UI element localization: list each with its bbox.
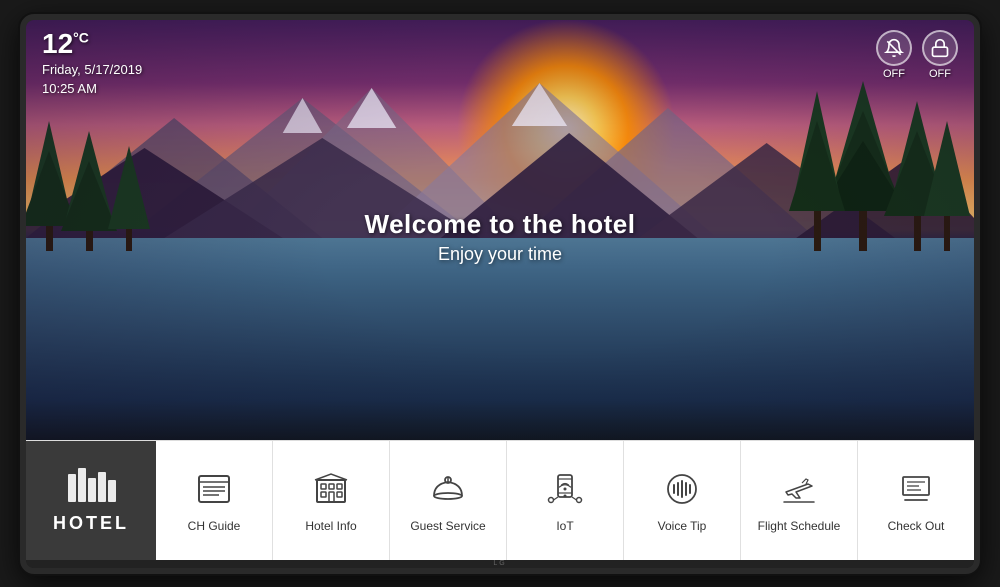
temp-unit: °C	[73, 29, 89, 45]
welcome-block: Welcome to the hotel Enjoy your time	[365, 209, 636, 265]
tv-frame: 12°C Friday, 5/17/2019 10:25 AM	[20, 14, 980, 574]
weather-time-block: 12°C Friday, 5/17/2019 10:25 AM	[42, 30, 142, 99]
lock-icon	[922, 30, 958, 66]
lock-control[interactable]: OFF	[922, 30, 958, 80]
hotel-logo-icon	[66, 466, 116, 507]
tv-screen: 12°C Friday, 5/17/2019 10:25 AM	[26, 20, 974, 440]
voice-tip-icon	[660, 467, 704, 511]
temp-value: 12	[42, 28, 73, 59]
menu-item-ch-guide[interactable]: CH Guide	[156, 441, 273, 560]
guest-service-label: Guest Service	[410, 519, 485, 533]
dnd-icon	[876, 30, 912, 66]
ch-guide-icon	[192, 467, 236, 511]
menu-item-check-out[interactable]: Check Out	[858, 441, 974, 560]
iot-icon	[543, 467, 587, 511]
menu-item-voice-tip[interactable]: Voice Tip	[624, 441, 741, 560]
voice-tip-label: Voice Tip	[658, 519, 707, 533]
menu-bar: HOTEL CH Guide	[26, 440, 974, 560]
dnd-control[interactable]: OFF	[876, 30, 912, 80]
tv-bottom-bar: LG	[26, 560, 974, 568]
ch-guide-label: CH Guide	[188, 519, 241, 533]
flight-schedule-icon	[777, 467, 821, 511]
time-value: 10:25 AM	[42, 79, 142, 99]
welcome-sub-text: Enjoy your time	[365, 244, 636, 265]
dnd-label: OFF	[883, 68, 905, 80]
hotel-info-icon	[309, 467, 353, 511]
hotel-logo: HOTEL	[26, 441, 156, 560]
iot-label: IoT	[556, 519, 573, 533]
date-display: Friday, 5/17/2019 10:25 AM	[42, 60, 142, 99]
check-out-icon	[894, 467, 938, 511]
welcome-main-text: Welcome to the hotel	[365, 209, 636, 240]
guest-service-icon	[426, 467, 470, 511]
lock-label: OFF	[929, 68, 951, 80]
flight-schedule-label: Flight Schedule	[758, 519, 841, 533]
menu-item-hotel-info[interactable]: Hotel Info	[273, 441, 390, 560]
logo-text: HOTEL	[53, 513, 129, 534]
menu-items-container: CH Guide	[156, 441, 974, 560]
date-value: Friday, 5/17/2019	[42, 60, 142, 80]
menu-item-guest-service[interactable]: Guest Service	[390, 441, 507, 560]
temperature-display: 12°C	[42, 30, 142, 58]
top-controls: OFF OFF	[876, 30, 958, 80]
top-bar: 12°C Friday, 5/17/2019 10:25 AM	[26, 30, 974, 99]
hotel-info-label: Hotel Info	[305, 519, 356, 533]
tv-brand-label: LG	[493, 560, 506, 567]
menu-item-flight-schedule[interactable]: Flight Schedule	[741, 441, 858, 560]
check-out-label: Check Out	[888, 519, 945, 533]
menu-item-iot[interactable]: IoT	[507, 441, 624, 560]
